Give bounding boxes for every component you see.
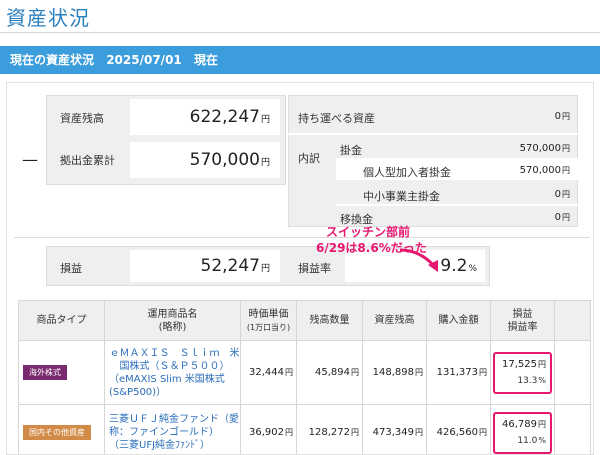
row-pl-cell: 46,789円 11.0% bbox=[490, 404, 555, 455]
header-type: 商品タイプ bbox=[18, 300, 105, 341]
fund-name-link[interactable]: 三菱ＵＦＪ純金ファンド（愛称：ファインゴールド） bbox=[105, 413, 240, 439]
asset-balance-label: 資産残高 bbox=[60, 112, 104, 125]
profit-value: 52,247円 bbox=[200, 256, 271, 276]
breakdown-label: 内訳 bbox=[298, 152, 320, 165]
breakdown-divider bbox=[288, 133, 578, 135]
status-suffix: 現在 bbox=[193, 53, 218, 67]
fund-short-name[interactable]: （三菱UFJ純金ﾌｧﾝﾄﾞ） bbox=[105, 439, 240, 452]
status-date: 2025/07/01 bbox=[106, 53, 182, 67]
row-quantity: 128,272円 bbox=[296, 404, 363, 455]
portable-assets-value: 0円 bbox=[554, 111, 570, 122]
row-fund-cell[interactable]: 三菱ＵＦＪ純金ファンド（愛称：ファインゴールド） （三菱UFJ純金ﾌｧﾝﾄﾞ） bbox=[104, 404, 241, 455]
profit-label: 損益 bbox=[60, 262, 82, 275]
table-row: 国内その他資産 三菱ＵＦＪ純金ファンド（愛称：ファインゴールド） （三菱UFJ純… bbox=[18, 404, 591, 455]
row-balance: 473,349円 bbox=[362, 404, 427, 455]
header-balance: 資産残高 bbox=[362, 300, 427, 341]
contributions-label: 掛金 bbox=[340, 144, 362, 157]
row-fund-cell[interactable]: ｅＭＡＸＩＳ Ｓｌｉｍ 米国株式（Ｓ＆Ｐ５００） （eMAXIS Slim 米国… bbox=[104, 340, 241, 405]
section-divider bbox=[14, 237, 590, 238]
annotation-arrow-icon bbox=[399, 248, 438, 272]
table-row: 海外株式 ｅＭＡＸＩＳ Ｓｌｉｍ 米国株式（Ｓ＆Ｐ５００） （eMAXIS Sl… bbox=[18, 340, 591, 405]
asset-balance-value: 622,247円 bbox=[189, 107, 270, 127]
header-unit-price: 時価単価 (1万口当り) bbox=[240, 300, 297, 341]
smb-value: 0円 bbox=[554, 189, 570, 200]
header-spacer bbox=[554, 300, 591, 341]
type-badge: 国内その他資産 bbox=[23, 425, 91, 440]
transfer-value: 0円 bbox=[554, 212, 570, 223]
holdings-table: 商品タイプ 運用商品名 (略称) 時価単価 (1万口当り) 残高数量 資産残高 購入… bbox=[18, 300, 591, 455]
type-badge: 海外株式 bbox=[23, 365, 67, 380]
row-unit-price: 32,444円 bbox=[240, 340, 297, 405]
row-balance: 148,898円 bbox=[362, 340, 427, 405]
header-pl: 損益 損益率 bbox=[490, 300, 555, 341]
row-type-cell: 海外株式 bbox=[18, 340, 105, 405]
profit-rate-label: 損益率 bbox=[298, 262, 331, 275]
transfer-row-bg bbox=[336, 204, 578, 206]
dash-marker: — bbox=[22, 150, 38, 169]
header-name: 運用商品名 (略称) bbox=[104, 300, 241, 341]
row-pl-cell: 17,525円 13.3% bbox=[490, 340, 555, 405]
row-quantity: 45,894円 bbox=[296, 340, 363, 405]
row-spacer bbox=[554, 404, 591, 455]
portable-assets-label: 持ち運べる資産 bbox=[298, 112, 375, 125]
row-type-cell: 国内その他資産 bbox=[18, 404, 105, 455]
fund-short-name[interactable]: （eMAXIS Slim 米国株式(S&P500)） bbox=[105, 373, 240, 399]
row-spacer bbox=[554, 340, 591, 405]
contribution-total-label: 拠出金累計 bbox=[60, 154, 115, 167]
fund-name-link[interactable]: ｅＭＡＸＩＳ Ｓｌｉｍ 米国株式（Ｓ＆Ｐ５００） bbox=[105, 347, 240, 373]
header-purchase: 購入金額 bbox=[426, 300, 491, 341]
row-unit-price: 36,902円 bbox=[240, 404, 297, 455]
page-title: 資産状況 bbox=[6, 6, 90, 30]
annotation-line-1: スイッチン部前 bbox=[326, 225, 411, 239]
pl-highlight-box: 17,525円 13.3% bbox=[493, 351, 552, 394]
header-quantity: 残高数量 bbox=[296, 300, 363, 341]
title-divider bbox=[0, 32, 600, 33]
pl-highlight-box: 46,789円 11.0% bbox=[493, 411, 552, 454]
contribution-total-value: 570,000円 bbox=[189, 150, 270, 170]
row-purchase: 131,373円 bbox=[426, 340, 491, 405]
status-label: 現在の資産状況 bbox=[10, 53, 95, 67]
individual-value: 570,000円 bbox=[519, 165, 570, 176]
row-purchase: 426,560円 bbox=[426, 404, 491, 455]
contributions-value: 570,000円 bbox=[519, 143, 570, 154]
table-header-row: 商品タイプ 運用商品名 (略称) 時価単価 (1万口当り) 残高数量 資産残高 購入… bbox=[18, 300, 591, 341]
status-header-bar: 現在の資産状況 2025/07/01 現在 bbox=[0, 46, 600, 74]
